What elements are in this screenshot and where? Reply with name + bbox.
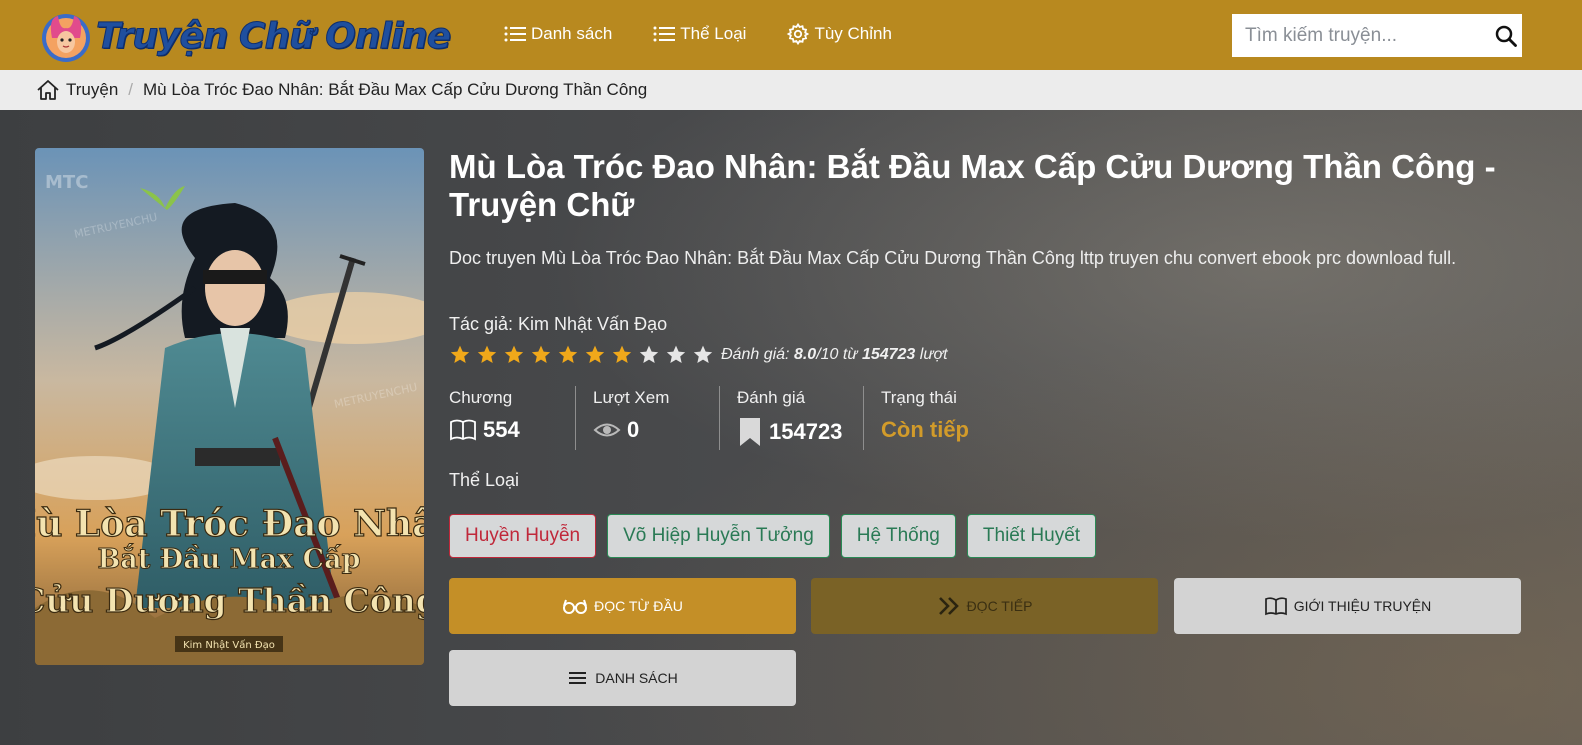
nav-tuy-chinh-label: Tùy Chỉnh bbox=[814, 24, 892, 43]
double-chevron-right-icon bbox=[938, 597, 959, 615]
site-logo[interactable]: Truyện Chữ Online bbox=[38, 8, 452, 64]
story-title: Mù Lòa Tróc Đao Nhân: Bắt Đầu Max Cấp Cử… bbox=[449, 148, 1496, 223]
mascot-logo-icon bbox=[42, 14, 90, 62]
nav-the-loai-label: Thể Loại bbox=[680, 24, 747, 43]
stat-status: Trạng thái Còn tiếp bbox=[863, 386, 1007, 450]
nav-tuy-chinh[interactable]: Tùy Chỉnh bbox=[786, 22, 892, 46]
continue-reading-button[interactable]: ĐỌC TIẾP bbox=[811, 578, 1158, 634]
rating-suffix: lượt bbox=[919, 346, 948, 363]
bookmark-icon bbox=[740, 418, 760, 446]
cover-title-line: Bắt Đầu Max Cấp bbox=[97, 542, 360, 575]
stat-label: Đánh giá bbox=[737, 388, 806, 407]
star-empty-icon[interactable] bbox=[638, 344, 660, 366]
rating-count: 154723 bbox=[861, 346, 916, 363]
rating-prefix: Đánh giá: bbox=[721, 346, 790, 363]
star-filled-icon[interactable] bbox=[503, 344, 525, 366]
book-icon bbox=[450, 419, 476, 441]
stat-label: Lượt Xem bbox=[593, 388, 670, 407]
rating-summary: Đánh giá: 8.0/10 từ 154723 lượt bbox=[721, 346, 948, 364]
top-navbar: Truyện Chữ Online Danh sách Thể Loại Tùy… bbox=[0, 0, 1582, 70]
read-from-start-button[interactable]: ĐỌC TỪ ĐẦU bbox=[449, 578, 796, 634]
cover-title-line: Mù Lòa Tróc Đao Nhân bbox=[35, 503, 424, 545]
star-filled-icon[interactable] bbox=[476, 344, 498, 366]
genre-tag[interactable]: Võ Hiệp Huyễn Tưởng bbox=[607, 514, 830, 558]
read-from-start-label: ĐỌC TỪ ĐẦU bbox=[594, 598, 683, 614]
glasses-icon bbox=[563, 599, 588, 614]
genre-tag[interactable]: Hệ Thống bbox=[840, 514, 956, 558]
genre-tags: Huyền Huyễn Võ Hiệp Huyễn Tưởng Hệ Thống… bbox=[449, 514, 1107, 558]
breadcrumb-current: Mù Lòa Tróc Đao Nhân: Bắt Đầu Max Cấp Cử… bbox=[143, 80, 648, 99]
genre-section-label: Thể Loại bbox=[449, 470, 520, 490]
breadcrumb-home[interactable]: Truyện bbox=[36, 79, 118, 101]
logo-text: Truyện Chữ Online bbox=[95, 15, 451, 57]
chapter-list-label: DANH SÁCH bbox=[595, 670, 678, 686]
story-description: Doc truyen Mù Lòa Tróc Đao Nhân: Bắt Đầu… bbox=[449, 248, 1457, 268]
stat-ratings: Đánh giá 154723 bbox=[719, 386, 863, 450]
search-box bbox=[1232, 14, 1522, 57]
star-filled-icon[interactable] bbox=[611, 344, 633, 366]
menu-icon bbox=[569, 672, 587, 684]
star-filled-icon[interactable] bbox=[530, 344, 552, 366]
breadcrumb: Truyện / Mù Lòa Tróc Đao Nhân: Bắt Đầu M… bbox=[0, 70, 1582, 110]
stat-value-row: 0 bbox=[593, 417, 719, 443]
stat-value: 554 bbox=[483, 417, 520, 442]
breadcrumb-separator: / bbox=[128, 80, 134, 99]
rating-score: 8.0 bbox=[793, 346, 817, 363]
story-intro-label: GIỚI THIỆU TRUYỆN bbox=[1293, 598, 1432, 614]
star-filled-icon[interactable] bbox=[557, 344, 579, 366]
rating-stars bbox=[449, 344, 719, 366]
stat-views: Lượt Xem 0 bbox=[575, 386, 719, 450]
stat-label: Chương bbox=[449, 388, 513, 407]
rating-out-of: /10 từ bbox=[816, 346, 858, 363]
stat-value: 154723 bbox=[769, 419, 843, 444]
star-empty-icon[interactable] bbox=[692, 344, 714, 366]
rating-row: Đánh giá: 8.0/10 từ 154723 lượt bbox=[449, 344, 948, 366]
open-book-icon bbox=[1264, 597, 1287, 616]
breadcrumb-home-label: Truyện bbox=[66, 80, 119, 99]
continue-reading-label: ĐỌC TIẾP bbox=[966, 598, 1033, 614]
stat-value-row: 154723 bbox=[737, 417, 863, 447]
cover-artwork: MTC METRUYENCHU METRUYENCHU Mù Lòa Tróc … bbox=[35, 148, 424, 665]
chapter-list-button[interactable]: DANH SÁCH bbox=[449, 650, 796, 706]
stat-chapters: Chương 554 bbox=[449, 386, 575, 450]
star-filled-icon[interactable] bbox=[584, 344, 606, 366]
cover-title-line: Cửu Dương Thần Công bbox=[35, 581, 424, 620]
eye-icon bbox=[593, 423, 621, 437]
cover-brand: MTC bbox=[45, 172, 88, 193]
story-author: Tác giả: Kim Nhật Vấn Đạo bbox=[449, 314, 668, 334]
story-intro-button[interactable]: GIỚI THIỆU TRUYỆN bbox=[1174, 578, 1521, 634]
stat-value-row: Còn tiếp bbox=[881, 417, 1007, 443]
star-empty-icon[interactable] bbox=[665, 344, 687, 366]
gear-icon bbox=[787, 22, 810, 46]
cover-author-tag: Kim Nhật Vấn Đạo bbox=[183, 639, 275, 651]
stat-label: Trạng thái bbox=[881, 388, 957, 407]
search-icon bbox=[1495, 25, 1517, 47]
stat-value-row: 554 bbox=[449, 417, 575, 443]
status-value: Còn tiếp bbox=[881, 417, 969, 442]
search-input[interactable] bbox=[1232, 14, 1490, 57]
list-icon bbox=[653, 26, 676, 42]
list-icon bbox=[504, 26, 526, 42]
search-button[interactable] bbox=[1490, 14, 1522, 57]
story-stats: Chương 554 Lượt Xem 0 Đánh giá 154723 Tr… bbox=[449, 386, 1007, 450]
star-filled-icon[interactable] bbox=[449, 344, 471, 366]
main-nav: Danh sách Thể Loại Tùy Chỉnh bbox=[503, 22, 932, 46]
home-icon bbox=[37, 80, 59, 100]
genre-tag[interactable]: Thiết Huyết bbox=[966, 514, 1097, 558]
nav-the-loai[interactable]: Thể Loại bbox=[652, 23, 746, 45]
nav-danh-sach-label: Danh sách bbox=[531, 24, 613, 43]
story-cover-image: MTC METRUYENCHU METRUYENCHU Mù Lòa Tróc … bbox=[35, 148, 424, 665]
genre-tag[interactable]: Huyền Huyễn bbox=[449, 514, 597, 558]
nav-danh-sach[interactable]: Danh sách bbox=[503, 23, 612, 45]
stat-value: 0 bbox=[627, 417, 640, 442]
